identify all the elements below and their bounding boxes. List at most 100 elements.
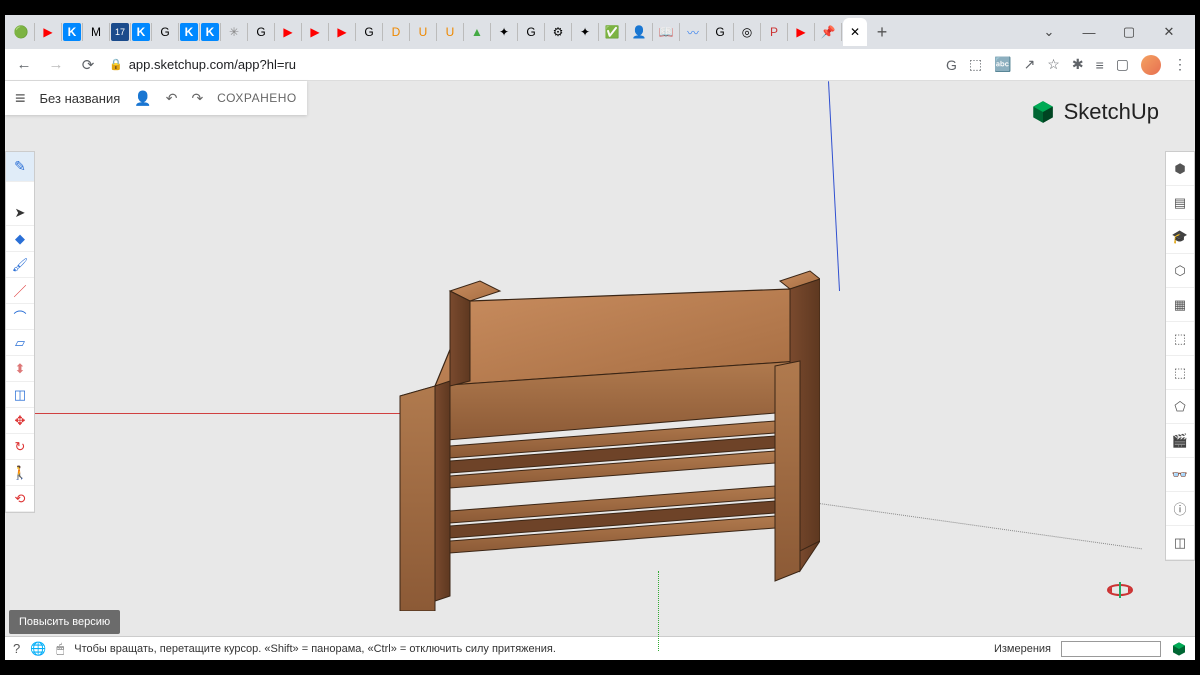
tab-24[interactable]: 👤 [627,18,651,46]
walk-tool[interactable]: 🚶 [6,460,34,486]
tab-3[interactable]: M [84,18,108,46]
minimize-button[interactable]: — [1075,18,1103,46]
app-header: ≡ Без названия 👤 ↶ ↷ СОХРАНЕНО [5,81,307,115]
measurements-input[interactable] [1061,641,1161,657]
tab-4[interactable]: 17 [111,23,129,41]
tab-1[interactable]: ▶ [36,18,60,46]
tab-23[interactable]: ✅ [600,18,624,46]
viewport-3d[interactable] [5,81,1195,660]
tab-16[interactable]: U [411,18,435,46]
right-panel: ⬢▤🎓⬡▦⬚⬚⬠🎬👓ⓘ◫ [1165,151,1195,561]
tab-6[interactable]: G [153,18,177,46]
rotate-tool[interactable]: ↻ [6,434,34,460]
paint-tool[interactable]: 🖌 [6,252,34,278]
status-bar: ? 🌐 🖱 Чтобы вращать, перетащите курсор. … [5,636,1195,660]
tab-14[interactable]: G [357,18,381,46]
sketchup-small-icon [1171,641,1187,657]
undo-button[interactable]: ↶ [166,90,178,107]
tab-29[interactable]: P [762,18,786,46]
dropdown-icon[interactable]: ⌄ [1035,18,1063,46]
close-window-button[interactable]: ✕ [1155,18,1183,46]
tab-11[interactable]: ▶ [276,18,300,46]
shape-tool[interactable]: ▱ [6,330,34,356]
line-tool[interactable]: ／ [6,278,34,304]
tab-26[interactable]: 〰 [681,18,705,46]
tab-8[interactable]: K [201,23,219,41]
tab-2[interactable]: K [63,23,81,41]
browser-tab-strip: 🟢 ▶ K M 17 K G K K ✳ G ▶ ▶ ▶ G D U U ▲ ✦… [5,15,1195,49]
tab-12[interactable]: ▶ [303,18,327,46]
materials[interactable]: ▦ [1166,288,1194,322]
tab-9[interactable]: ✳ [222,18,246,46]
instructor[interactable]: ▤ [1166,186,1194,220]
tab-17[interactable]: U [438,18,462,46]
maximize-button[interactable]: ▢ [1115,18,1143,46]
entity-info[interactable]: ⬢ [1166,152,1194,186]
search[interactable]: ◫ [1166,526,1194,560]
lock-icon: 🔒 [109,58,123,71]
sketchup-app: ≡ Без названия 👤 ↶ ↷ СОХРАНЕНО SketchUp … [5,81,1195,660]
tab-15[interactable]: D [384,18,408,46]
tab-10[interactable]: G [249,18,273,46]
redo-button[interactable]: ↷ [191,90,203,107]
tab-7[interactable]: K [180,23,198,41]
language-icon[interactable]: 🌐 [30,641,46,657]
offset-tool[interactable]: ◫ [6,382,34,408]
addr-icon-6[interactable]: ≡ [1096,57,1104,73]
styles[interactable]: ⬚ [1166,322,1194,356]
tab-25[interactable]: 📖 [654,18,678,46]
tab-13[interactable]: ▶ [330,18,354,46]
tab-20[interactable]: G [519,18,543,46]
scenes[interactable]: 🎬 [1166,424,1194,458]
help-icon[interactable]: ? [13,641,20,656]
addr-icon-1[interactable]: ⬚ [969,56,982,73]
tab-27[interactable]: G [708,18,732,46]
select-tool[interactable]: ➤ [6,200,34,226]
new-tab-button[interactable]: + [868,18,896,46]
display[interactable]: 👓 [1166,458,1194,492]
addr-icon-0[interactable]: G [946,57,957,73]
url-input[interactable]: 🔒 app.sketchup.com/app?hl=ru [109,57,936,72]
mouse-icon[interactable]: 🖱 [56,641,64,657]
forward-button[interactable]: → [45,54,67,76]
reload-button[interactable]: ⟳ [77,54,99,76]
menu-button[interactable]: ≡ [15,88,26,109]
arc-tool[interactable]: ⌒ [6,304,34,330]
tab-21[interactable]: ⚙ [546,18,570,46]
move-tool[interactable]: ✥ [6,408,34,434]
model-bench[interactable] [380,211,820,611]
tab-28[interactable]: ◎ [735,18,759,46]
profile-avatar[interactable] [1141,55,1161,75]
left-toolbar: ✎ ➤◆🖌／⌒▱⬍◫✥↻🚶⟲ [5,151,35,513]
sketch-tool[interactable]: ✎ [6,152,34,182]
orbit-tool[interactable]: ⟲ [6,486,34,512]
sketchup-logo: SketchUp [1030,99,1159,125]
extensions-icon[interactable]: ✱ [1072,56,1084,73]
upgrade-button[interactable]: Повысить версию [9,610,120,634]
active-tab[interactable]: ✕ [843,18,867,46]
addr-icon-2[interactable]: 🔤 [994,56,1011,73]
outliner[interactable]: ⬚ [1166,356,1194,390]
eraser-tool[interactable]: ◆ [6,226,34,252]
document-title[interactable]: Без названия [40,91,121,106]
addr-icon-4[interactable]: ☆ [1047,56,1060,73]
tab-0[interactable]: 🟢 [9,18,33,46]
tab-19[interactable]: ✦ [492,18,516,46]
tab-5[interactable]: K [132,23,150,41]
x-axis [35,413,425,414]
components[interactable]: ⬡ [1166,254,1194,288]
person-icon[interactable]: 👤 [134,90,151,107]
chrome-menu-icon[interactable]: ⋮ [1173,56,1187,73]
pushpull-tool[interactable]: ⬍ [6,356,34,382]
learn[interactable]: 🎓 [1166,220,1194,254]
tags[interactable]: ⬠ [1166,390,1194,424]
tab-22[interactable]: ✦ [573,18,597,46]
addr-icon-3[interactable]: ↗ [1024,56,1036,73]
close-tab-icon[interactable]: ✕ [850,25,860,39]
back-button[interactable]: ← [13,54,35,76]
addr-icon-7[interactable]: ▢ [1116,56,1129,73]
tab-31[interactable]: 📌 [816,18,840,46]
info[interactable]: ⓘ [1166,492,1194,526]
tab-18[interactable]: ▲ [465,18,489,46]
tab-30[interactable]: ▶ [789,18,813,46]
